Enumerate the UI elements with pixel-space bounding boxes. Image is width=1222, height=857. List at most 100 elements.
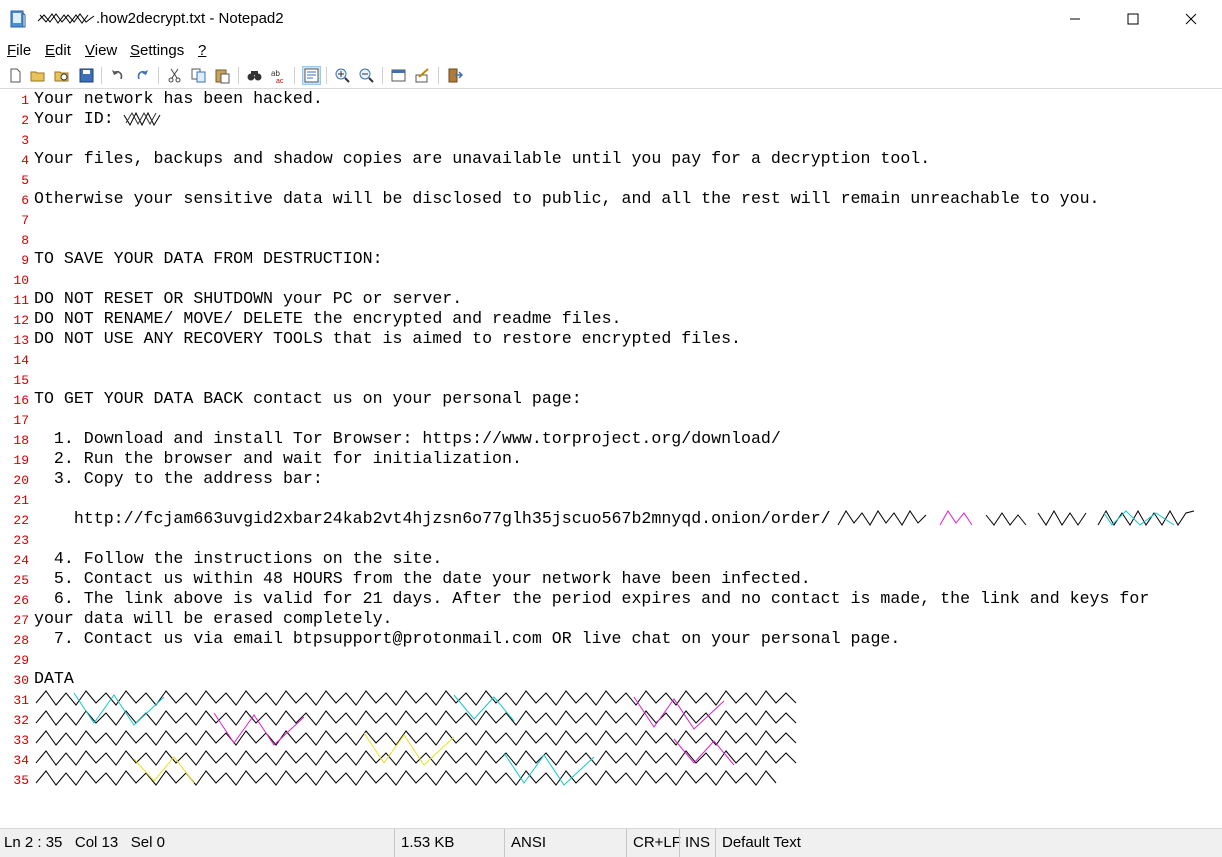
paste-icon[interactable]	[214, 67, 231, 84]
text-line[interactable]: TO GET YOUR DATA BACK contact us on your…	[34, 389, 582, 409]
cut-icon[interactable]	[166, 67, 183, 84]
save-icon[interactable]	[78, 67, 95, 84]
line-number: 11	[13, 293, 29, 308]
copy-icon[interactable]	[190, 67, 207, 84]
status-bar: Ln 2 : 35 Col 13 Sel 0 1.53 KB ANSI CR+L…	[0, 828, 1222, 857]
line-number: 22	[13, 513, 29, 528]
line-number: 1	[21, 93, 29, 108]
svg-text:ac: ac	[276, 78, 284, 84]
text-line[interactable]: DO NOT USE ANY RECOVERY TOOLS that is ai…	[34, 329, 741, 349]
browse-icon[interactable]	[54, 67, 71, 84]
maximize-button[interactable]	[1104, 0, 1162, 38]
redacted-filename-icon	[37, 13, 95, 24]
line-number: 4	[21, 153, 29, 168]
insert-mode-indicator[interactable]: INS	[685, 834, 710, 851]
menu-file[interactable]: File	[7, 42, 31, 59]
text-line[interactable]: 5. Contact us within 48 HOURS from the d…	[34, 569, 811, 589]
line-number: 17	[13, 413, 29, 428]
minimize-icon	[1070, 18, 1080, 20]
zoom-out-icon[interactable]	[358, 67, 375, 84]
close-icon	[1185, 13, 1197, 25]
line-number: 9	[21, 253, 29, 268]
window-title: .how2decrypt.txt - Notepad2	[36, 10, 284, 27]
text-line[interactable]: 7. Contact us via email btpsupport@proto…	[34, 629, 900, 649]
exit-icon[interactable]	[446, 67, 463, 84]
title-bar: .how2decrypt.txt - Notepad2	[0, 0, 1222, 38]
line-number: 34	[13, 753, 29, 768]
line-number: 10	[13, 273, 29, 288]
menu-settings[interactable]: Settings	[130, 42, 184, 59]
window-title-text: .how2decrypt.txt - Notepad2	[96, 10, 284, 27]
line-number: 6	[21, 193, 29, 208]
line-number: 3	[21, 133, 29, 148]
toolbar: ab ac	[0, 63, 1222, 89]
line-number: 24	[13, 553, 29, 568]
text-line[interactable]: 4. Follow the instructions on the site.	[34, 549, 442, 569]
line-number: 26	[13, 593, 29, 608]
text-line[interactable]: http://fcjam663uvgid2xbar24kab2vt4hjzsn6…	[34, 509, 831, 529]
text-editor[interactable]: 1 2 3 4 5 6 7 8 9 10 11 12 13 14 15 16 17 18 19 20 21 22 23 24 2…	[0, 89, 1222, 827]
replace-icon[interactable]: abac	[270, 67, 287, 84]
line-number: 7	[21, 213, 29, 228]
line-number: 25	[13, 573, 29, 588]
text-line[interactable]: your data will be erased completely.	[34, 609, 392, 629]
minimize-button[interactable]	[1046, 0, 1104, 38]
text-line[interactable]: 1. Download and install Tor Browser: htt…	[34, 429, 781, 449]
line-number: 18	[13, 433, 29, 448]
new-file-icon[interactable]	[7, 67, 24, 84]
line-number: 33	[13, 733, 29, 748]
text-line[interactable]: 6. The link above is valid for 21 days. …	[34, 589, 1149, 609]
line-number: 29	[13, 653, 29, 668]
text-line[interactable]: 2. Run the browser and wait for initiali…	[34, 449, 522, 469]
menu-bar: File Edit View Settings ?	[0, 40, 1222, 62]
line-number: 23	[13, 533, 29, 548]
scheme-indicator[interactable]: Default Text	[722, 834, 801, 851]
menu-help[interactable]: ?	[198, 42, 206, 59]
text-line[interactable]: 3. Copy to the address bar:	[34, 469, 323, 489]
line-number: 30	[13, 673, 29, 688]
customize-scheme-icon[interactable]	[414, 67, 431, 84]
line-number: 21	[13, 493, 29, 508]
word-wrap-icon[interactable]	[302, 66, 321, 85]
zoom-in-icon[interactable]	[334, 67, 351, 84]
line-number: 5	[21, 173, 29, 188]
line-number: 12	[13, 313, 29, 328]
find-icon[interactable]	[246, 67, 263, 84]
menu-edit[interactable]: Edit	[45, 42, 71, 59]
menu-view[interactable]: View	[85, 42, 117, 59]
redacted-data-block-icon	[35, 690, 797, 786]
redacted-order-id-icon	[837, 509, 1195, 526]
file-size: 1.53 KB	[401, 834, 455, 851]
undo-icon[interactable]	[109, 67, 126, 84]
line-number: 2	[21, 113, 29, 128]
line-number: 19	[13, 453, 29, 468]
line-number: 13	[13, 333, 29, 348]
line-number: 27	[13, 613, 29, 628]
cursor-position: Ln 2 : 35 Col 13 Sel 0	[4, 834, 165, 851]
select-scheme-icon[interactable]	[390, 67, 407, 84]
text-line[interactable]: TO SAVE YOUR DATA FROM DESTRUCTION:	[34, 249, 383, 269]
line-number: 35	[13, 773, 29, 788]
text-line[interactable]: Your network has been hacked.	[34, 89, 323, 109]
text-line[interactable]: Your ID:	[34, 109, 124, 129]
text-line[interactable]: DATA	[34, 669, 74, 689]
text-line[interactable]: DO NOT RESET OR SHUTDOWN your PC or serv…	[34, 289, 462, 309]
redacted-id-icon	[123, 111, 161, 127]
redo-icon[interactable]	[134, 67, 151, 84]
text-line[interactable]: DO NOT RENAME/ MOVE/ DELETE the encrypte…	[34, 309, 622, 329]
maximize-icon	[1127, 13, 1139, 25]
encoding-indicator[interactable]: ANSI	[511, 834, 546, 851]
line-number-gutter: 1 2 3 4 5 6 7 8 9 10 11 12 13 14 15 16 17 18 19 20 21 22 23 24 2…	[0, 89, 32, 827]
line-number: 8	[21, 233, 29, 248]
line-number: 15	[13, 373, 29, 388]
open-folder-icon[interactable]	[30, 67, 47, 84]
line-number: 31	[13, 693, 29, 708]
text-line[interactable]: Otherwise your sensitive data will be di…	[34, 189, 1100, 209]
line-endings-indicator[interactable]: CR+LF	[633, 834, 681, 851]
line-number: 20	[13, 473, 29, 488]
line-number: 32	[13, 713, 29, 728]
line-number: 14	[13, 353, 29, 368]
close-button[interactable]	[1162, 0, 1220, 38]
svg-text:ab: ab	[271, 69, 280, 78]
text-line[interactable]: Your files, backups and shadow copies ar…	[34, 149, 930, 169]
